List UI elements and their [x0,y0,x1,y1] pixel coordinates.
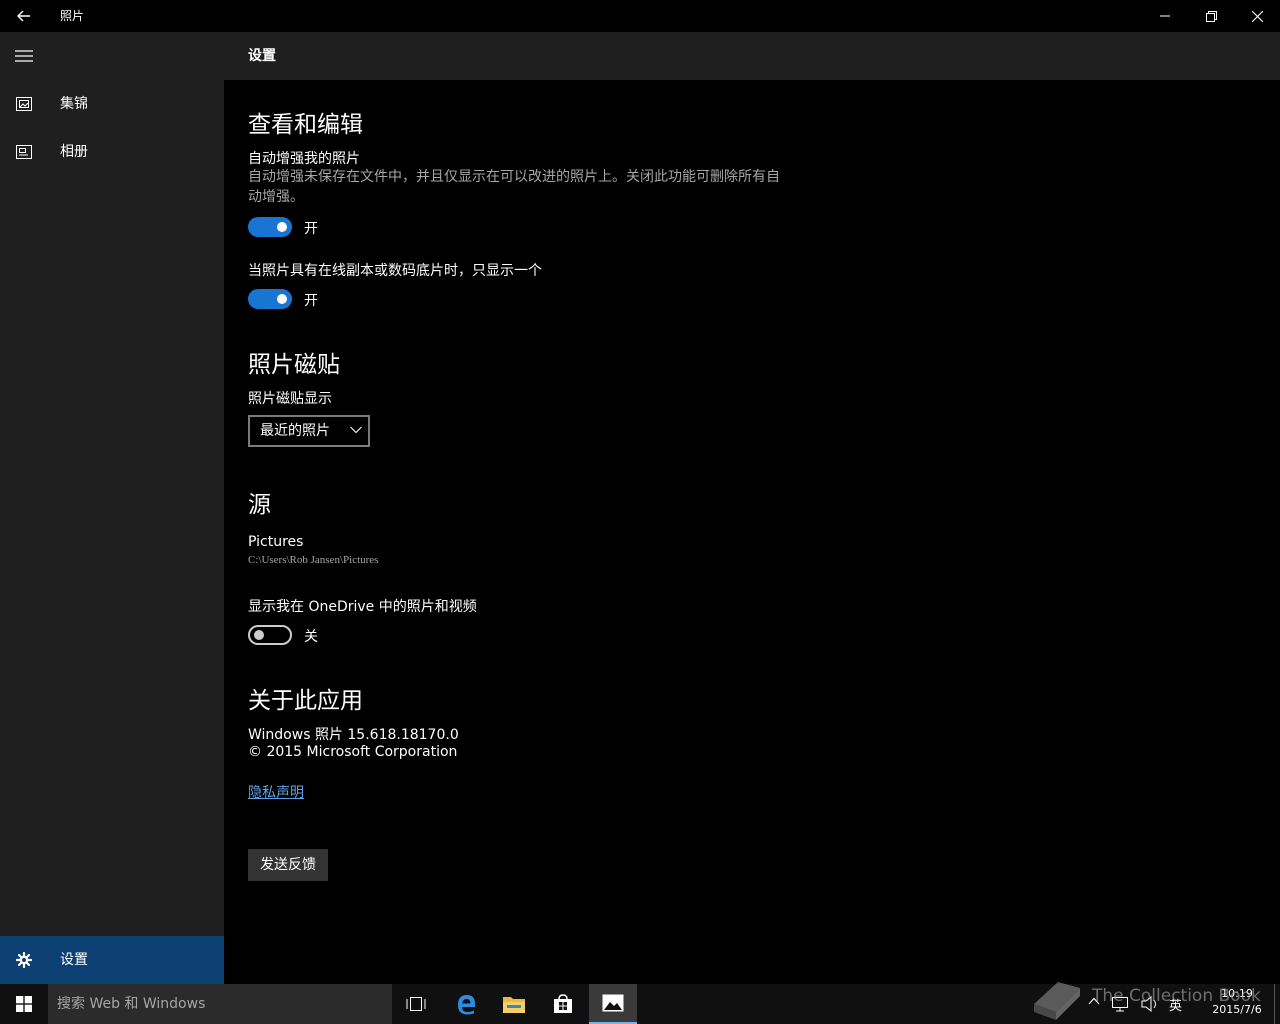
auto-enhance-state: 开 [304,221,318,237]
copyright: © 2015 Microsoft Corporation [248,744,458,760]
tile-display-dropdown[interactable]: 最近的照片 [248,415,370,447]
title-bar: 照片 [0,0,1280,32]
folder-icon [503,997,525,1013]
sidebar-item-settings[interactable]: 设置 [0,936,224,984]
section-heading-view-edit: 查看和编辑 [248,112,363,138]
show-desktop-button[interactable] [1274,984,1280,1024]
page-title: 设置 [248,48,276,64]
file-explorer-button[interactable] [490,984,538,1024]
edge-icon [458,995,475,1015]
source-folder-name[interactable]: Pictures [248,534,303,550]
onedrive-label: 显示我在 OneDrive 中的照片和视频 [248,599,477,615]
sidebar-item-label: 设置 [60,952,88,968]
restore-icon [1205,10,1217,22]
section-heading-tile: 照片磁贴 [248,352,340,378]
photos-icon [602,994,624,1012]
taskbar-search-box[interactable]: 搜索 Web 和 Windows [48,984,392,1024]
page-header: 设置 [224,32,1280,80]
system-tray: 英 [1085,984,1205,1024]
auto-enhance-toggle[interactable] [248,217,292,237]
toggle-knob [254,630,264,640]
section-heading-source: 源 [248,492,271,518]
task-view-icon [406,997,426,1011]
sidebar-item-albums[interactable]: 相册 [0,128,224,176]
restore-button[interactable] [1188,0,1234,32]
back-arrow-icon [17,10,30,22]
back-button[interactable] [0,0,48,32]
search-placeholder: 搜索 Web 和 Windows [57,996,206,1012]
network-icon[interactable] [1111,996,1129,1012]
toggle-knob [277,294,287,304]
store-bag-icon [554,994,572,1013]
hamburger-menu-button[interactable] [0,32,48,80]
send-feedback-button[interactable]: 发送反馈 [248,849,328,881]
photos-app-button[interactable] [589,984,637,1024]
onedrive-state: 关 [304,629,318,645]
gear-icon [14,950,34,970]
duplicates-state: 开 [304,293,318,309]
clock-time: 10:19 [1221,987,1253,1000]
privacy-statement-link[interactable]: 隐私声明 [248,782,304,802]
taskbar: 搜索 Web 和 Windows 英 10:19 2015/7/6 [0,984,1280,1024]
source-folder-path: C:\Users\Rob Jansen\Pictures [248,554,379,566]
sidebar-item-collection[interactable]: 集锦 [0,80,224,128]
settings-content: 查看和编辑 自动增强我的照片 自动增强未保存在文件中，并且仅显示在可以改进的照片… [248,80,1248,984]
app-version: Windows 照片 15.618.18170.0 [248,727,459,743]
taskbar-clock[interactable]: 10:19 2015/7/6 [1205,986,1269,1022]
store-button[interactable] [539,984,587,1024]
dropdown-value: 最近的照片 [260,423,330,439]
volume-icon[interactable] [1141,996,1159,1012]
auto-enhance-description: 自动增强未保存在文件中，并且仅显示在可以改进的照片上。关闭此功能可删除所有自动增… [248,169,780,205]
input-language-indicator[interactable]: 英 [1169,995,1182,1014]
duplicates-toggle[interactable] [248,289,292,309]
chevron-up-icon[interactable] [1088,997,1100,1005]
auto-enhance-label: 自动增强我的照片 [248,151,360,167]
sidebar-item-label: 相册 [60,144,88,160]
close-button[interactable] [1234,0,1280,32]
sidebar: 集锦 相册 设置 [0,32,224,984]
toggle-knob [277,222,287,232]
edge-browser-button[interactable] [442,984,490,1024]
task-view-button[interactable] [392,984,440,1024]
minimize-icon [1160,15,1170,17]
windows-logo-icon [16,996,32,1012]
section-heading-about: 关于此应用 [248,688,363,714]
minimize-button[interactable] [1142,0,1188,32]
window-title: 照片 [60,9,85,23]
start-button[interactable] [0,984,48,1024]
collection-icon [14,94,34,114]
onedrive-toggle[interactable] [248,625,292,645]
hamburger-icon [15,50,33,62]
duplicates-label: 当照片具有在线副本或数码底片时，只显示一个 [248,263,542,279]
album-icon [14,142,34,162]
close-icon [1251,10,1263,22]
sidebar-item-label: 集锦 [60,96,88,112]
chevron-down-icon [350,426,362,434]
clock-date: 2015/7/6 [1212,1003,1262,1016]
tile-display-label: 照片磁贴显示 [248,391,332,407]
